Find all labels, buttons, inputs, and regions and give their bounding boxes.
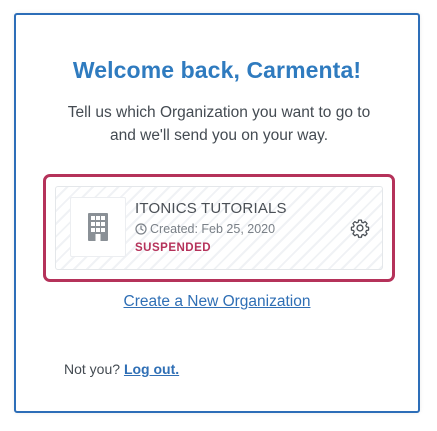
page-title: Welcome back, Carmenta! bbox=[72, 57, 362, 83]
org-created-date: Created: Feb 25, 2020 bbox=[150, 222, 276, 236]
gear-icon[interactable] bbox=[350, 218, 370, 238]
building-icon bbox=[88, 213, 108, 241]
org-logo bbox=[70, 197, 126, 257]
create-organization-link[interactable]: Create a New Organization bbox=[16, 293, 418, 311]
not-you-row: Not you? Log out. bbox=[64, 361, 179, 377]
org-select-card: Welcome back, Carmenta! Tell us which Or… bbox=[14, 13, 420, 413]
logout-link[interactable]: Log out. bbox=[124, 361, 179, 377]
page: Welcome back, Carmenta! Tell us which Or… bbox=[0, 0, 437, 431]
org-tile[interactable]: ITONICS TUTORIALS Created: Feb 25, 2020 … bbox=[55, 186, 383, 270]
org-created-row: Created: Feb 25, 2020 bbox=[135, 222, 275, 236]
clock-icon bbox=[135, 223, 147, 235]
status-badge: SUSPENDED bbox=[135, 242, 212, 254]
page-subtitle: Tell us which Organization you want to g… bbox=[67, 104, 371, 144]
org-highlight-box: ITONICS TUTORIALS Created: Feb 25, 2020 … bbox=[43, 174, 395, 282]
org-name: ITONICS TUTORIALS bbox=[135, 200, 287, 217]
not-you-label: Not you? bbox=[64, 361, 121, 377]
